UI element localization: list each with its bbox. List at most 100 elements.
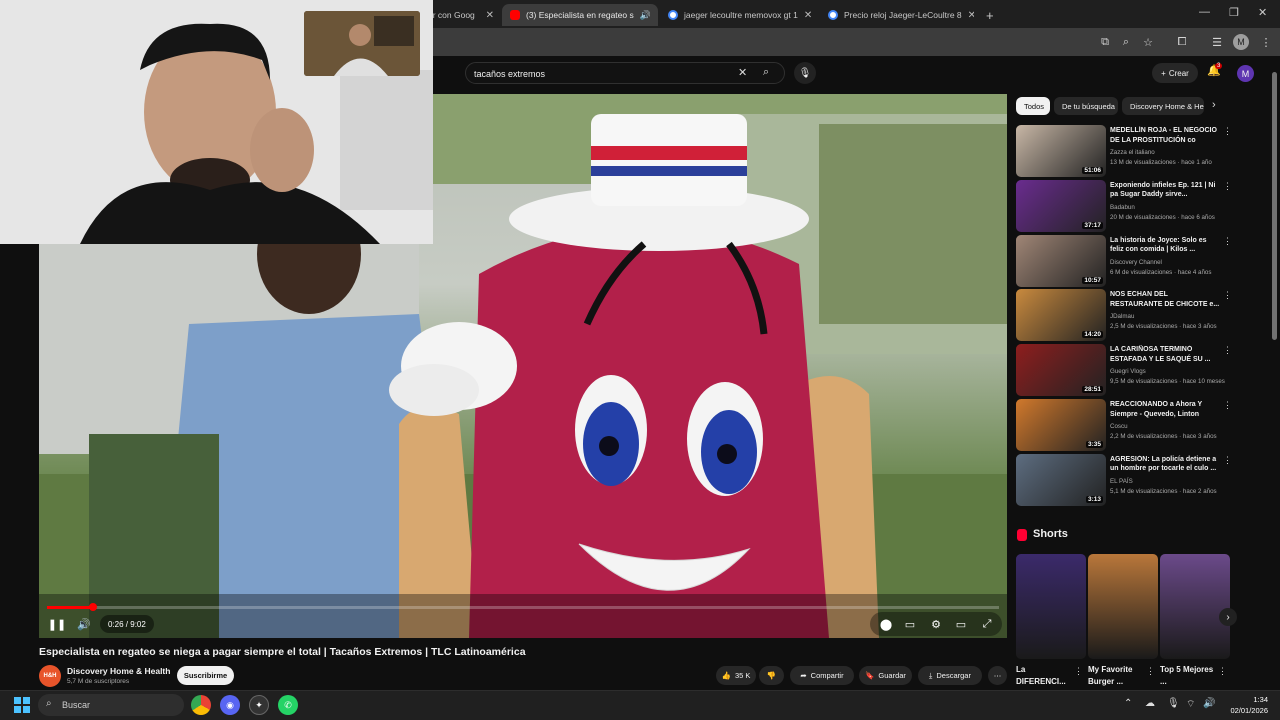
- app-icon[interactable]: ✦: [249, 695, 269, 715]
- taskbar-clock[interactable]: 1:34 02/01/2026: [1222, 694, 1268, 716]
- chrome-icon[interactable]: [191, 695, 211, 715]
- recommendation-card[interactable]: 51:06 MEDELLÍN ROJA - EL NEGOCIO DE LA PR…: [1016, 125, 1234, 177]
- browser-menu-icon[interactable]: ⋮: [1258, 34, 1274, 50]
- more-options-icon[interactable]: ⋮: [1223, 236, 1232, 247]
- extensions-icon[interactable]: ⧠: [1174, 34, 1190, 50]
- subtitles-icon[interactable]: ▭: [902, 617, 918, 631]
- more-options-icon[interactable]: ⋮: [1218, 666, 1227, 677]
- close-icon[interactable]: ✕: [804, 10, 812, 21]
- more-options-icon[interactable]: ⋮: [1146, 666, 1155, 677]
- zoom-icon[interactable]: ⌕: [1118, 34, 1134, 50]
- channel-name[interactable]: Guegri Vlogs: [1110, 368, 1146, 375]
- voice-search-button[interactable]: 🎙: [794, 62, 816, 84]
- share-button[interactable]: ➦ Compartir: [790, 666, 854, 685]
- minimize-icon[interactable]: —: [1199, 6, 1210, 18]
- search-input[interactable]: [474, 66, 724, 81]
- tab-jaeger-price[interactable]: Precio reloj Jaeger-LeCoultre 8 ✕: [820, 4, 974, 26]
- close-icon[interactable]: ✕: [968, 10, 974, 21]
- short-thumbnail[interactable]: [1016, 554, 1086, 659]
- cast-icon[interactable]: ⧉: [1097, 34, 1113, 50]
- short-thumbnail[interactable]: [1160, 554, 1230, 659]
- discord-icon[interactable]: ◉: [220, 695, 240, 715]
- download-button[interactable]: ⤓ Descargar: [918, 666, 982, 685]
- chevron-right-icon[interactable]: ›: [1212, 99, 1216, 111]
- scrollbar-thumb[interactable]: [1272, 72, 1277, 340]
- profile-avatar[interactable]: M: [1233, 34, 1249, 50]
- video-title[interactable]: AGRESIÓN: La policía detiene a un hombre…: [1110, 455, 1222, 474]
- channel-avatar[interactable]: H&H: [39, 665, 61, 687]
- video-title[interactable]: LA CARIÑOSA TERMINÓ ESTAFADA Y LE SAQUÉ …: [1110, 345, 1222, 364]
- pause-icon[interactable]: ❚❚: [48, 617, 66, 631]
- create-button[interactable]: + Crear: [1152, 63, 1198, 83]
- chip-todos[interactable]: Todos: [1016, 97, 1050, 115]
- video-thumbnail[interactable]: 3:13: [1016, 453, 1106, 506]
- chip-discovery[interactable]: Discovery Home & He: [1122, 97, 1204, 115]
- scrubber-handle[interactable]: [88, 603, 97, 611]
- recommendation-card[interactable]: 10:57 La historia de Joyce: Solo es feliz…: [1016, 234, 1234, 287]
- more-options-icon[interactable]: ⋮: [1223, 400, 1232, 411]
- reading-list-icon[interactable]: ☰: [1209, 34, 1225, 50]
- tab-jaeger-search[interactable]: jaeger lecoultre memovox gt 1 ✕: [660, 4, 814, 26]
- more-options-icon[interactable]: ⋮: [1074, 666, 1083, 677]
- whatsapp-icon[interactable]: ✆: [278, 695, 298, 715]
- account-avatar[interactable]: M: [1237, 65, 1254, 82]
- short-title[interactable]: Top 5 Mejores ...: [1160, 664, 1218, 688]
- video-thumbnail[interactable]: 3:35: [1016, 399, 1106, 451]
- more-options-icon[interactable]: ⋮: [1223, 455, 1232, 466]
- search-icon[interactable]: ⌕: [763, 66, 769, 79]
- channel-name[interactable]: Discovery Channel: [1110, 259, 1162, 266]
- more-options-icon[interactable]: ⋮: [1223, 345, 1232, 356]
- channel-name[interactable]: Discovery Home & Health: [67, 666, 170, 676]
- video-thumbnail[interactable]: 28:51: [1016, 344, 1106, 397]
- save-button[interactable]: 🔖 Guardar: [859, 666, 912, 685]
- progress-bar[interactable]: [47, 603, 999, 611]
- more-options-icon[interactable]: ⋮: [1223, 290, 1232, 301]
- volume-icon[interactable]: 🔊: [76, 617, 92, 631]
- short-title[interactable]: My Favorite Burger ...: [1088, 664, 1146, 688]
- video-title[interactable]: NOS ECHAN DEL RESTAURANTE DE CHICOTE e..…: [1110, 290, 1222, 309]
- channel-name[interactable]: Coscu: [1110, 423, 1128, 430]
- more-options-icon[interactable]: ⋮: [1223, 126, 1232, 137]
- bookmark-star-icon[interactable]: ☆: [1140, 34, 1156, 50]
- more-options-icon[interactable]: ⋮: [1223, 181, 1232, 192]
- tab-youtube-active[interactable]: (3) Especialista en regateo s 🔊 ✕: [502, 4, 658, 26]
- close-window-icon[interactable]: ✕: [1258, 6, 1267, 19]
- recommendation-card[interactable]: 28:51 LA CARIÑOSA TERMINÓ ESTAFADA Y LE S…: [1016, 344, 1234, 397]
- video-thumbnail[interactable]: 51:06: [1016, 125, 1106, 177]
- chip-de-tu-busqueda[interactable]: De tu búsqueda: [1054, 97, 1118, 115]
- video-thumbnail[interactable]: 37:17: [1016, 179, 1106, 232]
- fullscreen-icon[interactable]: ⤢: [979, 617, 995, 631]
- speaker-tray-icon[interactable]: 🔊: [1203, 698, 1215, 709]
- network-icon[interactable]: ⌔: [1186, 698, 1195, 711]
- video-title[interactable]: Exponiendo infieles Ep. 121 | Ni pa Suga…: [1110, 181, 1222, 200]
- video-thumbnail[interactable]: 10:57: [1016, 234, 1106, 287]
- recommendation-card[interactable]: 14:20 NOS ECHAN DEL RESTAURANTE DE CHICOT…: [1016, 289, 1234, 342]
- like-button[interactable]: 👍 35 K: [716, 666, 756, 685]
- short-title[interactable]: La DIFERENCI...: [1016, 664, 1074, 688]
- dislike-button[interactable]: 👎: [759, 666, 784, 685]
- theater-mode-icon[interactable]: ▭: [953, 617, 969, 631]
- taskbar-search[interactable]: ⌕ Buscar: [38, 694, 184, 716]
- new-tab-button[interactable]: +: [978, 4, 998, 26]
- channel-name[interactable]: Badabun: [1110, 204, 1135, 211]
- subscribe-button[interactable]: Suscribirme: [177, 666, 234, 685]
- video-title[interactable]: MEDELLÍN ROJA - EL NEGOCIO DE LA PROSTIT…: [1110, 126, 1222, 145]
- shorts-next-icon[interactable]: ›: [1219, 608, 1237, 626]
- recommendation-card[interactable]: 3:13 AGRESIÓN: La policía detiene a un ho…: [1016, 453, 1234, 506]
- autoplay-toggle[interactable]: ⬤: [876, 617, 896, 631]
- clear-search-icon[interactable]: ✕: [738, 66, 747, 79]
- maximize-icon[interactable]: ❐: [1229, 6, 1239, 19]
- recommendation-card[interactable]: 3:35 REACCIONANDO a Ahora Y Siempre - Que…: [1016, 399, 1234, 451]
- video-thumbnail[interactable]: 14:20: [1016, 289, 1106, 342]
- video-title[interactable]: REACCIONANDO a Ahora Y Siempre - Quevedo…: [1110, 400, 1222, 419]
- more-actions-button[interactable]: ⋯: [988, 666, 1007, 685]
- channel-name[interactable]: EL PAÍS: [1110, 478, 1133, 485]
- short-thumbnail[interactable]: [1088, 554, 1158, 659]
- microphone-tray-icon[interactable]: 🎙: [1167, 698, 1180, 709]
- windows-start-icon[interactable]: [14, 697, 30, 713]
- close-icon[interactable]: ✕: [657, 10, 658, 21]
- channel-name[interactable]: JDalmau: [1110, 313, 1134, 320]
- speaker-icon[interactable]: 🔊: [640, 10, 651, 21]
- settings-gear-icon[interactable]: ⚙: [928, 617, 944, 631]
- recommendation-card[interactable]: 37:17 Exponiendo infieles Ep. 121 | Ni pa…: [1016, 179, 1234, 232]
